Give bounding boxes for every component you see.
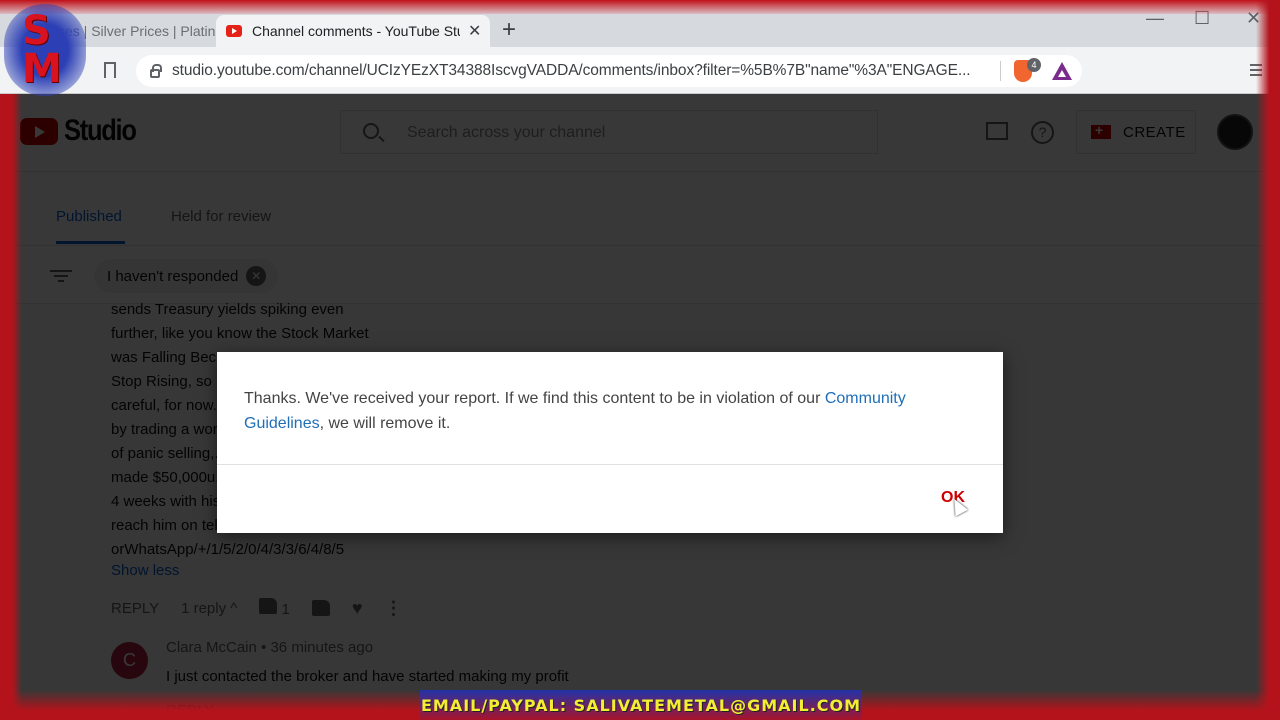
overlay-frame-right <box>1256 0 1280 720</box>
dialog-message: Thanks. We've received your report. If w… <box>244 386 944 436</box>
brave-rewards-icon[interactable] <box>1052 62 1072 80</box>
email-banner: EMAIL/PAYPAL: SALIVATEMETAL@GMAIL.COM <box>420 690 862 720</box>
url-text[interactable]: studio.youtube.com/channel/UCIzYEzXT3438… <box>172 62 971 80</box>
omnibox-divider <box>1000 61 1001 81</box>
email-banner-text: EMAIL/PAYPAL: SALIVATEMETAL@GMAIL.COM <box>420 695 862 715</box>
lock-icon[interactable] <box>150 63 162 78</box>
bookmark-icon[interactable] <box>104 62 116 79</box>
youtube-favicon-icon <box>226 25 242 37</box>
dialog-divider <box>217 464 1003 465</box>
report-confirmation-dialog: Thanks. We've received your report. If w… <box>217 352 1003 533</box>
overlay-frame-top <box>0 0 1280 14</box>
shields-badge: 4 <box>1027 58 1041 72</box>
browser-tab-channel-comments[interactable]: Channel comments - YouTube Stu ✕ <box>216 15 490 47</box>
address-bar[interactable]: studio.youtube.com/channel/UCIzYEzXT3438… <box>136 55 1082 87</box>
new-tab-button[interactable]: + <box>502 16 516 44</box>
logo-letter-m: M <box>22 46 62 92</box>
tab-title: Channel comments - YouTube Stu <box>252 23 460 39</box>
dialog-text-before: Thanks. We've received your report. If w… <box>244 390 825 407</box>
browser-toolbar: studio.youtube.com/channel/UCIzYEzXT3438… <box>0 47 1280 94</box>
tab-close-icon[interactable]: ✕ <box>468 21 481 41</box>
dialog-text-after: , we will remove it. <box>319 415 451 432</box>
overlay-frame-left <box>0 94 22 720</box>
channel-watermark-logo: S M <box>4 4 86 96</box>
